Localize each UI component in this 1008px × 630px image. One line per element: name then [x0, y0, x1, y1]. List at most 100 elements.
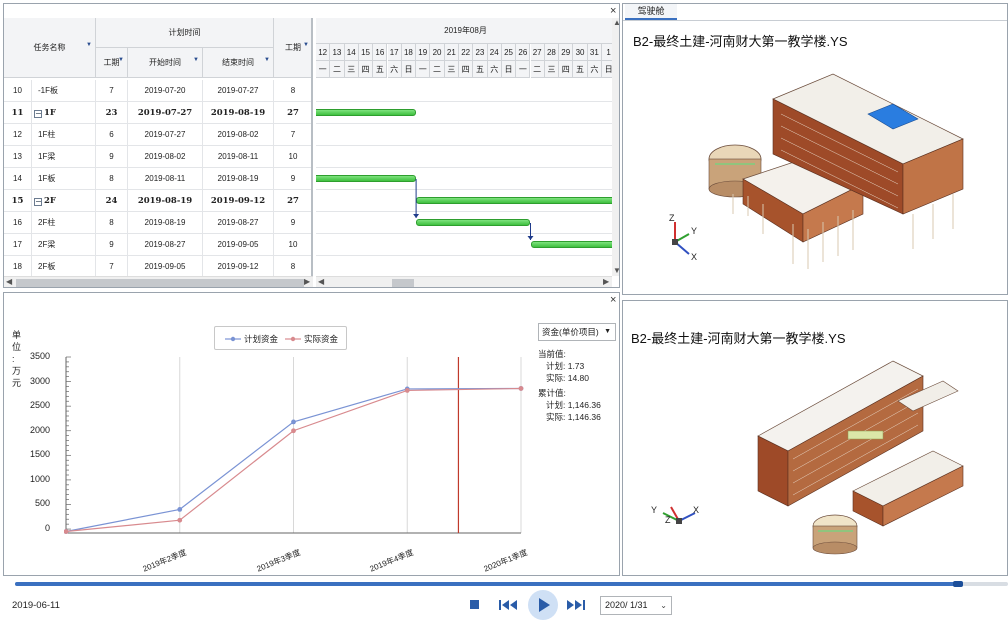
chart-horizontal-scrollbar[interactable]: ◀ ▶	[316, 276, 612, 287]
scroll-thumb[interactable]	[392, 279, 414, 287]
y-tick-label: 2500	[29, 400, 50, 411]
building-model-3d[interactable]	[703, 64, 1003, 284]
table-row[interactable]: 14 1F板 8 2019-08-11 2019-08-19 9	[4, 168, 311, 190]
header-task-name[interactable]: 任务名称 ▼	[4, 18, 96, 78]
chevron-down-icon[interactable]: ⌄	[660, 597, 667, 614]
table-row[interactable]: 17 2F梁 9 2019-08-27 2019-09-05 10	[4, 234, 311, 256]
axis-z-label: Z	[669, 213, 675, 223]
current-label: 当前值:	[538, 349, 566, 359]
scroll-left-icon[interactable]: ◀	[6, 277, 12, 286]
table-row[interactable]: 18 2F板 7 2019-09-05 2019-09-12 8	[4, 256, 311, 276]
table-row[interactable]: 10 -1F板 7 2019-07-20 2019-07-27 8	[4, 80, 311, 102]
table-row[interactable]: 12 1F柱 6 2019-07-27 2019-08-02 7	[4, 124, 311, 146]
header-end-label: 结束时间	[222, 58, 254, 67]
cell-text: 10	[13, 86, 22, 95]
period-dropdown[interactable]: 2020/ 1/31 ⌄	[600, 596, 672, 615]
cell-dur2: 8	[274, 256, 311, 276]
cell-no: 12	[4, 124, 32, 146]
data-point[interactable]	[518, 386, 524, 391]
cell-text: 2F	[44, 196, 56, 206]
collapse-icon[interactable]: −	[34, 198, 42, 206]
stop-icon[interactable]	[470, 600, 479, 609]
tab-divider	[623, 20, 1007, 21]
scroll-down-icon[interactable]: ▼	[613, 266, 619, 275]
y-tick-label: 0	[44, 523, 50, 534]
tab-cockpit[interactable]: 驾驶舱	[625, 4, 677, 20]
cell-text: 2F柱	[38, 218, 56, 227]
cell-start: 2019-09-05	[128, 256, 203, 276]
cell-text: 7	[109, 86, 114, 95]
play-icon[interactable]	[528, 590, 558, 620]
legend-actual-marker	[290, 336, 296, 342]
grid-horizontal-scrollbar[interactable]: ◀ ▶	[4, 276, 313, 287]
cell-text: 2019-08-11	[144, 174, 186, 183]
cell-dur2: 27	[274, 102, 311, 124]
cell-text: 1F	[44, 108, 56, 118]
cell-text: 10	[288, 152, 298, 161]
cell-name: 1F板	[32, 168, 96, 190]
cell-text: 2019-08-19	[210, 108, 266, 118]
table-row[interactable]: 13 1F梁 9 2019-08-02 2019-08-11 10	[4, 146, 311, 168]
cell-no: 11	[4, 102, 32, 124]
cell-dur: 9	[96, 146, 128, 168]
cell-dur: 9	[96, 234, 128, 256]
model-view-bottom[interactable]: B2-最终土建-河南财大第一教学楼.YS Y Z X	[622, 300, 1008, 576]
data-point[interactable]	[291, 428, 296, 434]
axis-y-label: Y	[691, 226, 698, 236]
model-view-top[interactable]: 驾驶舱 B2-最终土建-河南财大第一教学楼.YS Z Y X	[622, 3, 1008, 295]
cell-text: 2019-07-27	[217, 86, 259, 95]
sort-icon[interactable]: ▼	[86, 18, 92, 75]
scroll-up-icon[interactable]: ▲	[613, 18, 619, 27]
chevron-down-icon[interactable]: ▼	[604, 324, 611, 340]
data-point[interactable]	[177, 507, 183, 512]
timeline-thumb[interactable]	[953, 581, 964, 587]
building-model-3d[interactable]	[743, 341, 1003, 571]
close-icon[interactable]: ×	[610, 6, 616, 17]
scroll-thumb[interactable]	[16, 279, 304, 287]
y-tick-label: 500	[34, 498, 50, 509]
next-icon[interactable]	[566, 598, 586, 612]
previous-icon[interactable]	[498, 598, 518, 612]
cell-end: 2019-07-27	[203, 80, 274, 102]
scroll-right-icon[interactable]: ▶	[304, 277, 310, 286]
collapse-icon[interactable]: −	[34, 110, 42, 118]
legend-plan-marker	[230, 336, 236, 342]
cell-dur: 7	[96, 256, 128, 276]
data-point[interactable]	[177, 517, 183, 523]
close-icon[interactable]: ×	[610, 295, 616, 306]
cell-text: 2019-08-19	[137, 196, 193, 206]
play-button[interactable]	[528, 590, 558, 620]
header-end[interactable]: 结束时间 ▼	[203, 48, 274, 78]
data-point[interactable]	[291, 419, 296, 425]
sort-icon[interactable]: ▼	[118, 45, 124, 75]
current-actual: 实际: 14.80	[546, 373, 589, 383]
axis-z-label: Z	[665, 515, 671, 525]
scroll-left-icon[interactable]: ◀	[318, 277, 324, 286]
table-row[interactable]: 11 −1F 23 2019-07-27 2019-08-19 27	[4, 102, 311, 124]
header-duration2[interactable]: 工期 ▼	[274, 18, 311, 78]
cell-start: 2019-07-27	[128, 102, 203, 124]
header-duration[interactable]: 工期 ▼	[96, 48, 128, 78]
cell-dur: 8	[96, 212, 128, 234]
table-row[interactable]: 15 −2F 24 2019-08-19 2019-09-12 27	[4, 190, 311, 212]
timeline-track[interactable]	[15, 581, 1008, 587]
header-start[interactable]: 开始时间 ▼	[128, 48, 203, 78]
cell-dur2: 10	[274, 234, 311, 256]
arrow-icon	[527, 236, 534, 240]
sort-icon[interactable]: ▼	[264, 45, 270, 75]
cell-start: 2019-08-02	[128, 146, 203, 168]
sort-icon[interactable]: ▼	[193, 45, 199, 75]
cell-text: 9	[109, 152, 114, 161]
cell-name: 2F柱	[32, 212, 96, 234]
cell-no: 16	[4, 212, 32, 234]
vertical-scrollbar[interactable]: ▲ ▼	[612, 18, 619, 276]
cell-start: 2019-08-19	[128, 190, 203, 212]
cell-dur: 7	[96, 80, 128, 102]
cell-text: 2F板	[38, 262, 56, 271]
period-value: 2020/ 1/31	[605, 600, 648, 610]
data-point[interactable]	[404, 388, 410, 393]
scroll-right-icon[interactable]: ▶	[603, 277, 609, 286]
table-row[interactable]: 16 2F柱 8 2019-08-19 2019-08-27 9	[4, 212, 311, 234]
fund-type-dropdown[interactable]: 资金(单价项目) ▼	[538, 323, 616, 341]
sort-icon[interactable]: ▼	[303, 18, 309, 75]
